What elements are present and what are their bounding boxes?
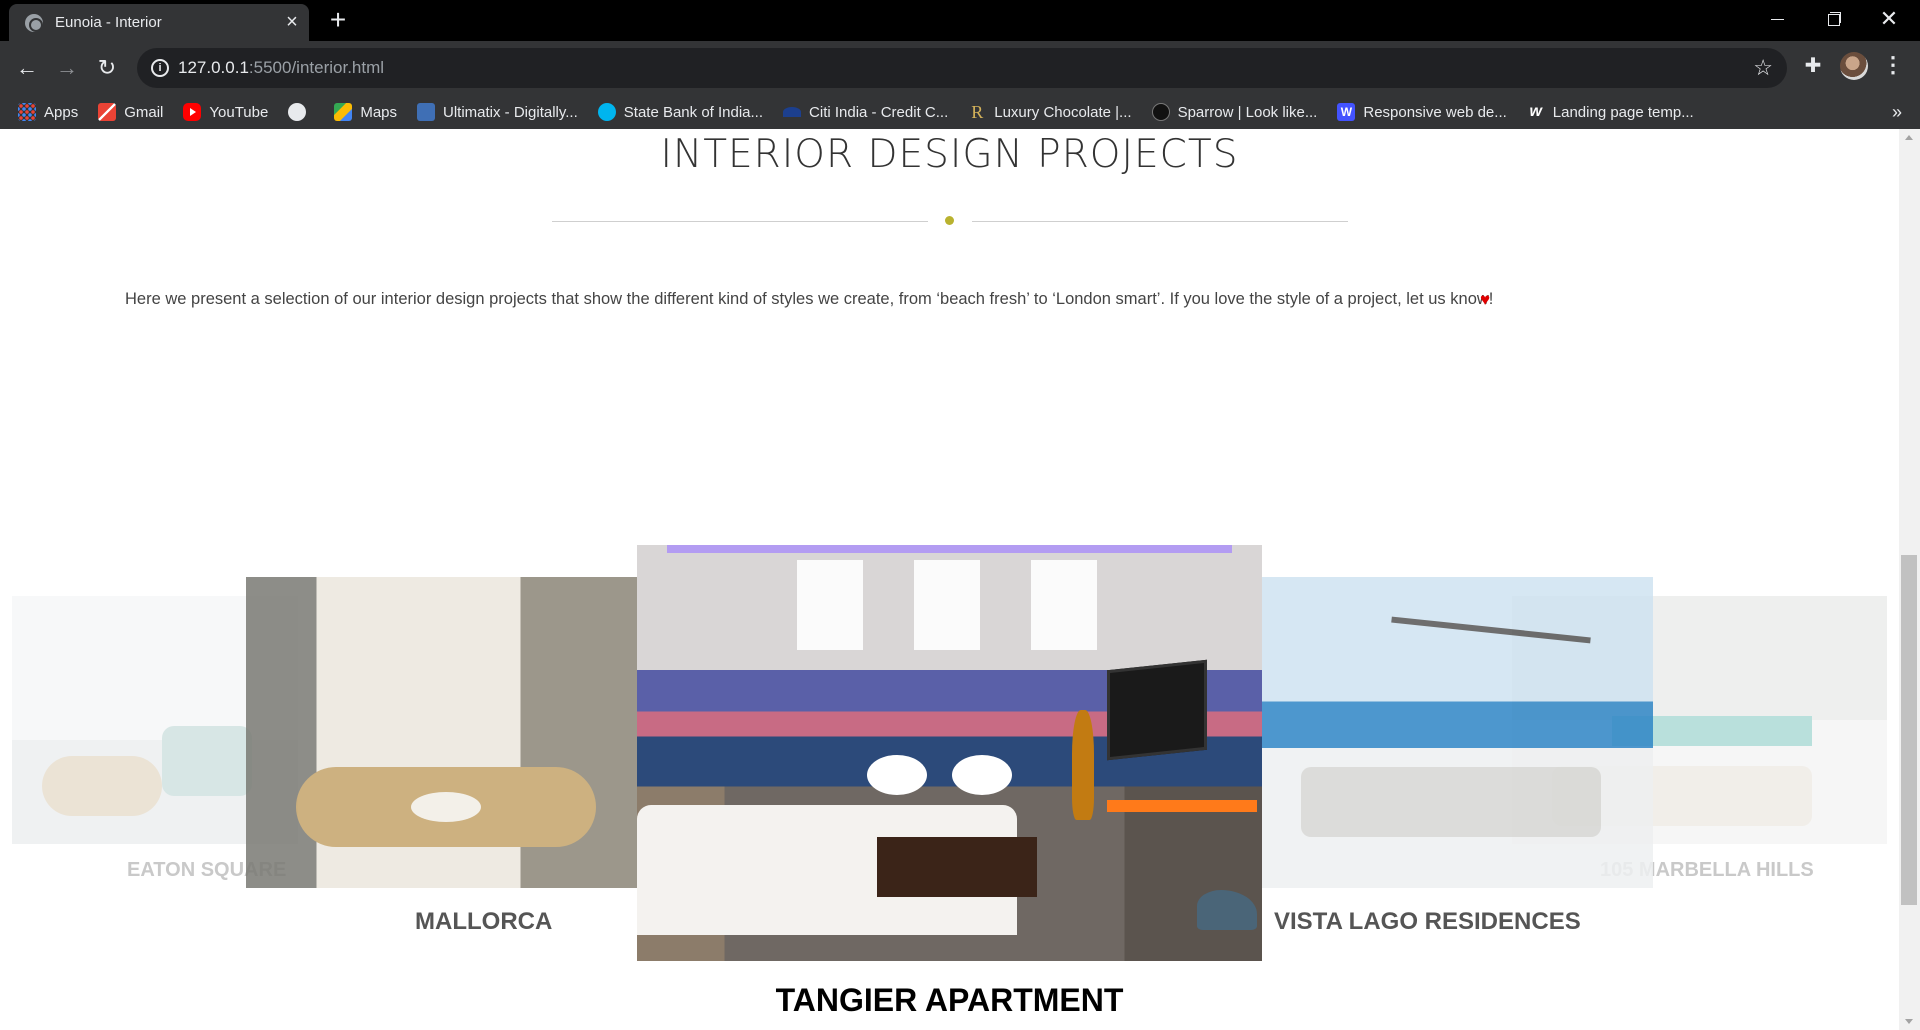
webflow-icon: W <box>1337 103 1356 121</box>
page-content: INTERIOR DESIGN PROJECTS Here we present… <box>0 129 1899 1030</box>
armchair <box>867 755 927 795</box>
bookmark-ultimatix[interactable]: Ultimatix - Digitally... <box>417 98 578 126</box>
tab-title: Eunoia - Interior <box>55 14 162 31</box>
divider-line <box>972 221 1348 222</box>
bookmark-label: Responsive web de... <box>1363 103 1507 121</box>
bookmark-maps[interactable]: Maps <box>334 98 397 126</box>
address-bar[interactable]: i 127.0.0.1:5500/interior.html ☆ <box>137 48 1787 88</box>
w-icon: w <box>1529 103 1542 120</box>
ceiling-light-strip <box>667 545 1232 553</box>
bookmark-apps[interactable]: Apps <box>18 98 78 126</box>
minimize-button[interactable] <box>1754 0 1800 41</box>
fireplace <box>1107 800 1257 812</box>
bookmark-citi[interactable]: Citi India - Credit C... <box>783 98 948 126</box>
citi-icon <box>783 107 802 117</box>
project-caption[interactable]: VISTA LAGO RESIDENCES <box>1274 908 1581 936</box>
sparrow-icon <box>1151 103 1170 121</box>
maps-icon <box>334 103 353 121</box>
bookmark-globe[interactable] <box>288 98 314 126</box>
scrollbar-thumb[interactable] <box>1901 555 1917 905</box>
bookmark-star-icon[interactable]: ☆ <box>1753 55 1773 81</box>
scroll-up-arrow-icon[interactable] <box>1905 135 1913 140</box>
forward-arrow-icon[interactable]: → <box>50 51 84 85</box>
url-host: 127.0.0.1 <box>178 58 249 77</box>
globe-icon <box>25 14 43 32</box>
restore-button[interactable] <box>1810 0 1856 41</box>
bookmark-sbi[interactable]: State Bank of India... <box>597 98 764 126</box>
more-bookmarks-icon[interactable]: » <box>1892 95 1902 129</box>
url-path: :5500/interior.html <box>248 58 385 77</box>
bookmark-label: YouTube <box>209 103 269 121</box>
info-icon[interactable]: i <box>151 59 169 77</box>
globe-icon <box>288 103 307 121</box>
cushion <box>1197 890 1257 930</box>
new-tab-button[interactable]: + <box>324 6 352 34</box>
url-text[interactable]: 127.0.0.1:5500/interior.html <box>178 58 384 78</box>
project-photo <box>246 577 638 888</box>
bookmark-label: Landing page temp... <box>1552 103 1694 121</box>
bookmark-label: State Bank of India... <box>623 103 764 121</box>
scroll-down-arrow-icon[interactable] <box>1905 1019 1913 1024</box>
profile-avatar[interactable] <box>1840 52 1868 80</box>
gmail-icon <box>98 103 117 121</box>
divider-dot <box>945 216 954 225</box>
bookmark-label: Sparrow | Look like... <box>1177 103 1318 121</box>
bookmark-chocolate[interactable]: R Luxury Chocolate |... <box>968 98 1131 126</box>
bookmark-label: Ultimatix - Digitally... <box>443 103 578 121</box>
browser-toolbar: ← → ↻ i 127.0.0.1:5500/interior.html ☆ ✚… <box>0 41 1920 129</box>
project-photo <box>1261 577 1653 888</box>
bookmarks-bar: Apps Gmail YouTube Maps Ultimatix - Digi… <box>0 95 1920 129</box>
bookmark-sparrow[interactable]: Sparrow | Look like... <box>1151 98 1318 126</box>
close-window-button[interactable]: ✕ <box>1866 0 1912 41</box>
vase <box>1072 710 1094 820</box>
tv-screen <box>1107 659 1207 761</box>
intro-text: Here we present a selection of our inter… <box>125 290 1494 308</box>
browser-tab[interactable]: Eunoia - Interior × <box>9 4 309 41</box>
armchair <box>952 755 1012 795</box>
heart-icon: ♥ <box>1480 290 1491 309</box>
project-card-mallorca[interactable] <box>246 577 638 888</box>
section-title: INTERIOR DESIGN PROJECTS <box>660 132 1239 177</box>
project-card-tangier[interactable] <box>637 545 1262 961</box>
page-scrollbar[interactable] <box>1899 129 1920 1030</box>
coffee-table <box>877 837 1037 897</box>
youtube-icon <box>183 103 202 121</box>
r-icon: R <box>971 102 984 122</box>
project-caption-active[interactable]: TANGIER APARTMENT <box>637 982 1262 1019</box>
back-arrow-icon[interactable]: ← <box>10 51 44 85</box>
sbi-icon <box>597 103 616 121</box>
reload-icon[interactable]: ↻ <box>90 51 124 85</box>
bookmark-responsive[interactable]: W Responsive web de... <box>1337 98 1507 126</box>
bookmark-gmail[interactable]: Gmail <box>98 98 163 126</box>
tata-icon <box>417 103 436 121</box>
bookmark-label: Luxury Chocolate |... <box>994 103 1132 121</box>
project-photo <box>637 545 1262 961</box>
close-tab-icon[interactable]: × <box>281 11 303 33</box>
extensions-puzzle-icon[interactable]: ✚ <box>1800 53 1826 79</box>
project-caption[interactable]: MALLORCA <box>415 908 552 936</box>
bookmark-label: Gmail <box>124 103 164 121</box>
bookmark-label: Maps <box>360 103 398 121</box>
divider-line <box>552 221 928 222</box>
browser-titlebar: Eunoia - Interior × + ✕ <box>0 0 1920 41</box>
bookmark-youtube[interactable]: YouTube <box>183 98 268 126</box>
apps-grid-icon <box>18 103 36 121</box>
bookmark-label: Citi India - Credit C... <box>809 103 949 121</box>
bookmark-label: Apps <box>44 103 79 121</box>
bookmark-landing[interactable]: w Landing page temp... <box>1527 98 1694 126</box>
project-card-vista-lago[interactable] <box>1261 577 1653 888</box>
ceiling-panels <box>797 560 1097 650</box>
more-menu-icon[interactable]: ⋮ <box>1880 53 1906 79</box>
